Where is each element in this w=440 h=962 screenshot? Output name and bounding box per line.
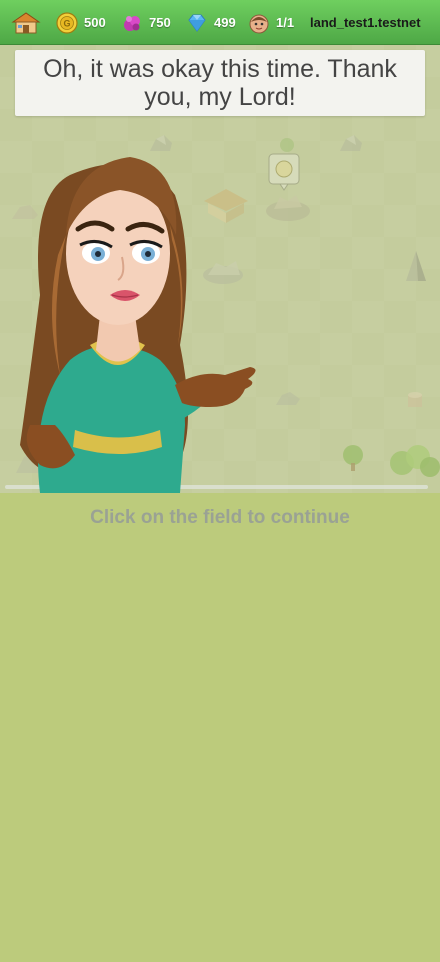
- gems-counter[interactable]: 750: [121, 0, 171, 45]
- population-value: 1/1: [276, 15, 295, 30]
- account-name[interactable]: land_test1.testnet: [310, 0, 421, 45]
- gold-value: 500: [84, 15, 106, 30]
- gold-coin-icon: G: [56, 11, 78, 34]
- home-button[interactable]: [10, 0, 42, 45]
- purple-gem-icon: [124, 15, 140, 31]
- top-bar: G 500 750 499 1/1 land_test1.testnet: [0, 0, 440, 45]
- house-icon: [11, 11, 41, 33]
- gems-value: 750: [149, 15, 171, 30]
- diamonds-counter[interactable]: 499: [186, 0, 236, 45]
- gold-counter[interactable]: G 500: [56, 0, 106, 45]
- account-label: land_test1.testnet: [310, 15, 421, 30]
- dialog-text: Oh, it was okay this time. Thank you, my…: [43, 55, 397, 111]
- dialog-box[interactable]: Oh, it was okay this time. Thank you, my…: [15, 50, 425, 116]
- villager-face-icon: [249, 14, 269, 33]
- population-counter[interactable]: 1/1: [248, 0, 294, 45]
- advisor-character: [20, 157, 256, 493]
- svg-text:G: G: [63, 18, 70, 28]
- diamonds-value: 499: [214, 15, 236, 30]
- blue-diamond-icon: [188, 14, 206, 32]
- continue-hint: Click on the field to continue: [90, 507, 350, 528]
